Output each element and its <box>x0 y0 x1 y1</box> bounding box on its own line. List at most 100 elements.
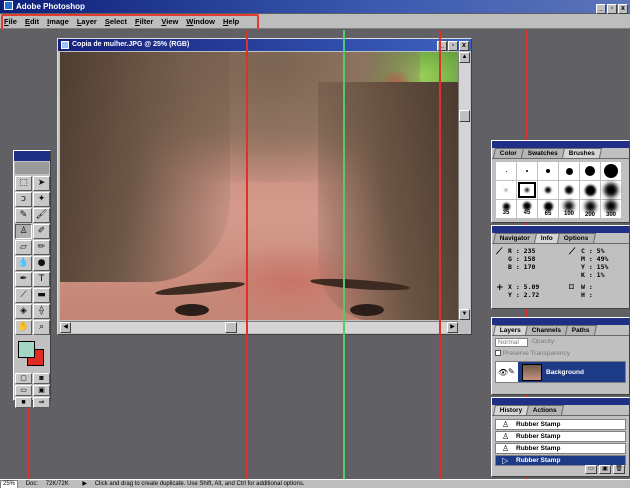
scroll-left-arrow-icon[interactable]: ◀ <box>60 322 71 333</box>
guide-line[interactable] <box>439 30 441 479</box>
brush-preset[interactable]: 65 <box>538 200 558 218</box>
standard-mode-icon[interactable]: ▢ <box>15 373 32 384</box>
type-tool-icon[interactable]: T <box>33 272 50 287</box>
new-document-icon[interactable]: ▭ <box>585 465 597 474</box>
brush-link-icon[interactable]: ✎ <box>508 367 515 376</box>
eraser-tool-icon[interactable]: ▱ <box>15 240 32 255</box>
menu-window[interactable]: Window <box>182 14 219 29</box>
blend-mode-select[interactable]: Normal <box>495 338 528 347</box>
palette-title-bar[interactable] <box>492 318 629 325</box>
horizontal-scrollbar[interactable]: ◀ ▶ <box>60 321 458 333</box>
foreground-color-swatch[interactable] <box>18 341 35 358</box>
trash-icon[interactable]: 🗑 <box>613 465 625 474</box>
brush-preset[interactable] <box>517 162 537 180</box>
eye-visibility-icon[interactable]: 👁 <box>498 368 508 377</box>
brush-preset[interactable] <box>496 162 516 180</box>
palette-title-bar[interactable] <box>492 398 629 405</box>
jump-to-imageready-icon[interactable]: ⇒ <box>33 397 50 408</box>
brush-preset[interactable]: 100 <box>559 200 579 218</box>
brush-preset[interactable] <box>601 181 621 199</box>
magic-wand-tool-icon[interactable]: ✦ <box>33 192 50 207</box>
full-screen-menu-icon[interactable]: ▣ <box>33 385 50 396</box>
airbrush-tool-icon[interactable]: ✎ <box>15 208 32 223</box>
blur-tool-icon[interactable]: 💧 <box>15 256 32 271</box>
doc-maximize-button[interactable]: ▫ <box>448 41 458 51</box>
scroll-up-arrow-icon[interactable]: ▲ <box>459 52 470 63</box>
palette-title-bar[interactable] <box>492 226 629 233</box>
brush-preset[interactable] <box>559 162 579 180</box>
menu-image[interactable]: Image <box>43 14 73 29</box>
document-title-bar[interactable]: Copia de mulher.JPG @ 25% (RGB) _ ▫ x <box>58 39 471 51</box>
pencil-tool-icon[interactable]: ✏ <box>33 240 50 255</box>
history-state[interactable]: ♙ Rubber Stamp <box>495 431 626 442</box>
menu-file[interactable]: File <box>0 14 21 29</box>
toolbox-title-bar[interactable] <box>14 151 50 161</box>
horizontal-scroll-thumb[interactable] <box>225 322 237 333</box>
zoom-tool-icon[interactable]: ⌕ <box>33 320 50 335</box>
scroll-right-arrow-icon[interactable]: ▶ <box>447 322 458 333</box>
layer-row[interactable]: 👁 ✎ Background <box>495 361 626 383</box>
brush-preset[interactable]: 45 <box>517 200 537 218</box>
menu-layer[interactable]: Layer <box>73 14 101 29</box>
history-state[interactable]: ♙ Rubber Stamp <box>495 443 626 454</box>
brush-preset[interactable] <box>559 181 579 199</box>
brush-preset[interactable] <box>538 181 558 199</box>
preserve-transparency-checkbox[interactable] <box>495 350 501 356</box>
brush-preset[interactable]: 200 <box>580 200 600 218</box>
menu-view[interactable]: View <box>157 14 182 29</box>
pen-tool-icon[interactable]: ✒ <box>15 272 32 287</box>
tab-navigator[interactable]: Navigator <box>492 233 538 243</box>
brush-preset[interactable]: 300 <box>601 200 621 218</box>
measure-tool-icon[interactable]: ⟋ <box>15 288 32 303</box>
brush-preset[interactable] <box>538 162 558 180</box>
vertical-scrollbar[interactable]: ▲ ▼ <box>458 52 470 320</box>
menu-edit[interactable]: Edit <box>21 14 43 29</box>
paintbrush-tool-icon[interactable]: 🖌 <box>33 208 50 223</box>
lasso-tool-icon[interactable]: ↄ <box>15 192 32 207</box>
menu-help[interactable]: Help <box>219 14 243 29</box>
marquee-tool-icon[interactable]: ⬚ <box>15 176 32 191</box>
new-snapshot-icon[interactable]: ▣ <box>599 465 611 474</box>
history-brush-tool-icon[interactable]: ✐ <box>33 224 50 239</box>
minimize-button[interactable]: _ <box>596 4 606 14</box>
brush-preset[interactable] <box>580 181 600 199</box>
image-canvas[interactable] <box>60 52 458 320</box>
tab-history[interactable]: History <box>492 405 530 415</box>
close-button[interactable]: x <box>618 4 628 14</box>
status-arrow-icon[interactable]: ▶ <box>82 480 87 488</box>
tab-actions[interactable]: Actions <box>526 405 565 415</box>
hand-tool-icon[interactable]: ✋ <box>15 320 32 335</box>
standard-screen-icon[interactable]: ▭ <box>15 385 32 396</box>
menu-filter[interactable]: Filter <box>131 14 157 29</box>
zoom-level[interactable]: 25% <box>0 480 19 488</box>
tab-layers[interactable]: Layers <box>492 325 529 335</box>
quick-mask-mode-icon[interactable]: ◙ <box>33 373 50 384</box>
tab-channels[interactable]: Channels <box>524 325 569 335</box>
guide-line[interactable] <box>246 30 248 479</box>
guide-line[interactable] <box>343 30 345 479</box>
tab-color[interactable]: Color <box>492 148 525 158</box>
tab-options[interactable]: Options <box>556 233 596 243</box>
gradient-tool-icon[interactable]: ▬ <box>33 288 50 303</box>
brush-preset-selected[interactable] <box>517 181 537 199</box>
brush-preset[interactable] <box>580 162 600 180</box>
tab-paths[interactable]: Paths <box>565 325 598 335</box>
palette-title-bar[interactable] <box>492 141 629 148</box>
scroll-down-arrow-icon[interactable]: ▼ <box>459 309 470 320</box>
menu-select[interactable]: Select <box>101 14 131 29</box>
tab-swatches[interactable]: Swatches <box>520 148 566 158</box>
move-tool-icon[interactable]: ➤ <box>33 176 50 191</box>
maximize-button[interactable]: ▫ <box>607 4 617 14</box>
vertical-scroll-thumb[interactable] <box>459 110 470 122</box>
brush-preset[interactable] <box>496 181 516 199</box>
eyedropper-tool-icon[interactable]: ⟠ <box>33 304 50 319</box>
paint-bucket-tool-icon[interactable]: ◈ <box>15 304 32 319</box>
history-state[interactable]: ♙ Rubber Stamp <box>495 419 626 430</box>
guide-line[interactable] <box>28 400 30 479</box>
rubber-stamp-tool-icon[interactable]: ♙ <box>15 224 32 239</box>
toolbox-logo[interactable] <box>15 162 49 174</box>
full-screen-icon[interactable]: ■ <box>15 397 32 408</box>
tab-brushes[interactable]: Brushes <box>561 148 603 158</box>
brush-preset[interactable]: 35 <box>496 200 516 218</box>
brush-preset[interactable] <box>601 162 621 180</box>
